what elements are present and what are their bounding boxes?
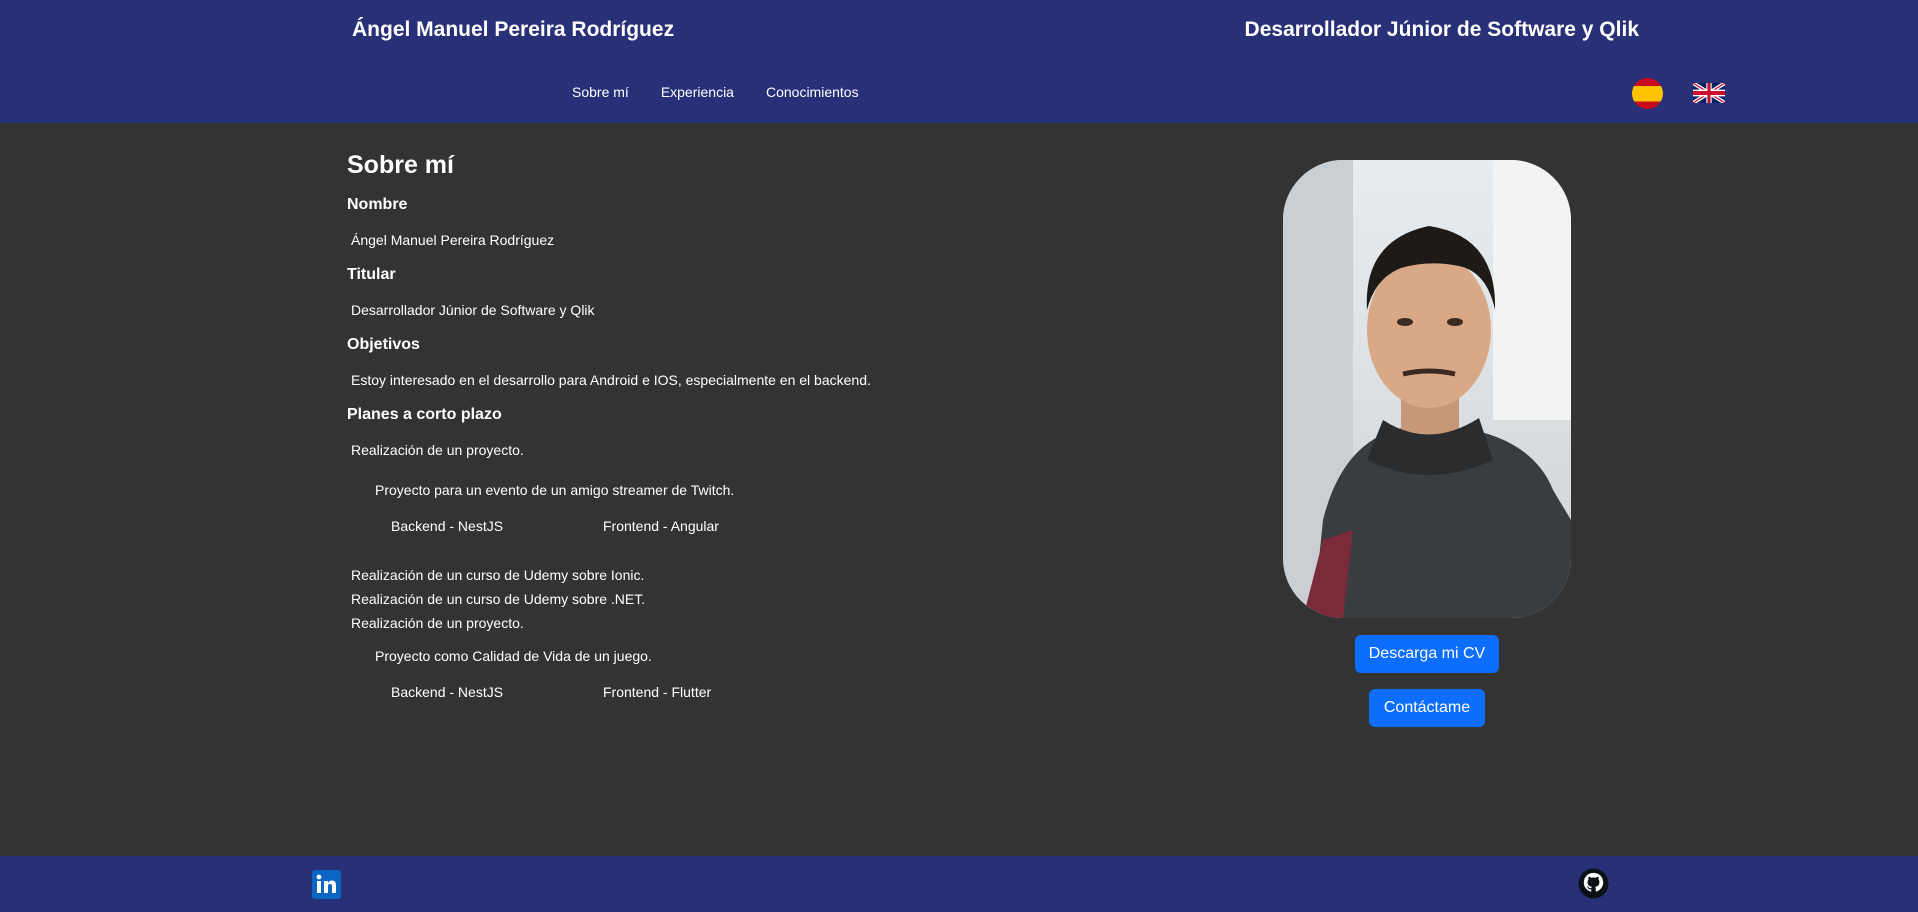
objetivos-value: Estoy interesado en el desarrollo para A… bbox=[351, 372, 871, 388]
nav-link-sobre-mi[interactable]: Sobre mí bbox=[572, 84, 629, 100]
about-title: Sobre mí bbox=[347, 151, 454, 179]
plan2-frontend: Frontend - Flutter bbox=[603, 684, 712, 700]
download-cv-button[interactable]: Descarga mi CV bbox=[1355, 635, 1499, 673]
plan1-title: Realización de un proyecto. bbox=[351, 442, 524, 458]
titular-value: Desarrollador Júnior de Software y Qlik bbox=[351, 302, 595, 318]
main-content: Sobre mí Nombre Ángel Manuel Pereira Rod… bbox=[0, 123, 1918, 856]
site-header: Ángel Manuel Pereira Rodríguez Desarroll… bbox=[0, 0, 1918, 123]
planes-label: Planes a corto plazo bbox=[347, 406, 502, 423]
profile-photo bbox=[1283, 160, 1571, 618]
plan1-tech-row: Backend - NestJS Frontend - Angular bbox=[391, 517, 1147, 535]
spanish-flag-icon[interactable] bbox=[1632, 78, 1663, 109]
plan1-description: Proyecto para un evento de un amigo stre… bbox=[375, 482, 735, 498]
titular-label: Titular bbox=[347, 266, 396, 283]
name-label: Nombre bbox=[347, 196, 408, 213]
plan1-backend: Backend - NestJS bbox=[391, 518, 504, 534]
nav-link-conocimientos[interactable]: Conocimientos bbox=[766, 84, 859, 100]
plan2-tech-row: Backend - NestJS Frontend - Flutter bbox=[391, 683, 1147, 701]
course2: Realización de un curso de Udemy sobre .… bbox=[351, 591, 646, 607]
plan1-frontend: Frontend - Angular bbox=[603, 518, 719, 534]
github-icon[interactable] bbox=[1578, 868, 1609, 899]
main-nav: Sobre mí Experiencia Conocimientos bbox=[572, 84, 859, 100]
uk-flag-icon[interactable] bbox=[1693, 83, 1725, 103]
profile-photo-illustration bbox=[1283, 160, 1571, 618]
linkedin-icon[interactable] bbox=[312, 870, 341, 899]
plan2-backend: Backend - NestJS bbox=[391, 684, 504, 700]
nav-link-experiencia[interactable]: Experiencia bbox=[661, 84, 734, 100]
name-value: Ángel Manuel Pereira Rodríguez bbox=[351, 232, 555, 248]
contact-button[interactable]: Contáctame bbox=[1369, 689, 1485, 727]
header-role: Desarrollador Júnior de Software y Qlik bbox=[1244, 18, 1639, 41]
plan2-title: Realización de un proyecto. bbox=[351, 615, 524, 631]
objetivos-label: Objetivos bbox=[347, 336, 420, 353]
header-name: Ángel Manuel Pereira Rodríguez bbox=[352, 18, 675, 41]
site-footer bbox=[0, 856, 1918, 912]
plan2-description: Proyecto como Calidad de Vida de un jueg… bbox=[375, 648, 652, 664]
about-section: Sobre mí Nombre Ángel Manuel Pereira Rod… bbox=[347, 149, 1147, 701]
course1: Realización de un curso de Udemy sobre I… bbox=[351, 567, 645, 583]
